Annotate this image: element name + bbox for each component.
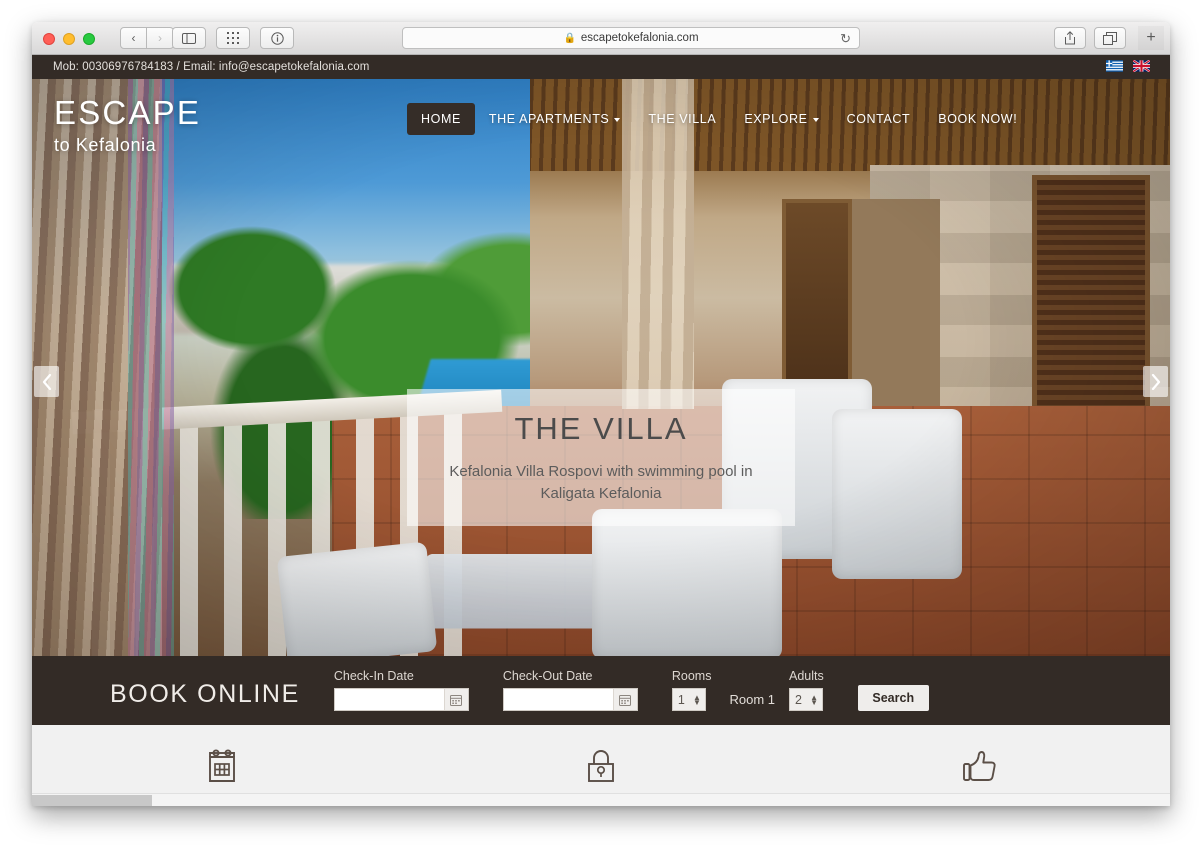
rooms-stepper[interactable]: 1 ▲ ▼	[671, 688, 706, 711]
nav-label: HOME	[421, 112, 461, 126]
toolbar-right-buttons	[1054, 27, 1126, 49]
forward-button[interactable]: ›	[147, 27, 174, 49]
hero-caption-box: THE VILLA Kefalonia Villa Rospovi with s…	[407, 389, 795, 526]
rooms-label: Rooms	[671, 669, 712, 683]
window-controls	[43, 33, 95, 45]
hero-title: THE VILLA	[514, 411, 688, 447]
slider-prev-button[interactable]	[34, 366, 59, 397]
top-contact-bar: Mob: 00306976784183 / Email: info@escape…	[32, 55, 1170, 79]
back-button[interactable]: ‹	[120, 27, 147, 49]
page-viewport: Mob: 00306976784183 / Email: info@escape…	[32, 55, 1170, 806]
navigation-buttons: ‹ ›	[120, 27, 174, 49]
nav-item-book-now[interactable]: BOOK NOW!	[924, 103, 1031, 135]
room-1-label: Room 1	[729, 692, 775, 707]
checkout-calendar-icon[interactable]	[612, 689, 637, 710]
adults-value: 2	[795, 692, 802, 707]
checkin-label: Check-In Date	[333, 669, 414, 683]
greek-flag-icon[interactable]	[1106, 60, 1123, 72]
booking-title: BOOK ONLINE	[110, 680, 300, 708]
nav-label: THE VILLA	[648, 112, 717, 126]
checkin-calendar-icon[interactable]	[443, 689, 468, 710]
adults-label: Adults	[789, 669, 824, 683]
checkin-date-field[interactable]	[334, 689, 445, 710]
contact-info: Mob: 00306976784183 / Email: info@escape…	[53, 61, 370, 73]
nav-item-the-apartments[interactable]: THE APARTMENTS	[475, 103, 634, 135]
rooms-field-group: Rooms 1 ▲ ▼	[671, 669, 712, 711]
browser-window: ‹ › 🔒 escapetokefalonia.com ↻ + Mob: 003…	[32, 22, 1170, 806]
site-header: ESCAPE to Kefalonia HOME THE APARTMENTS …	[32, 79, 1170, 174]
stepper-arrows-icon[interactable]: ▲ ▼	[810, 693, 818, 706]
adults-stepper[interactable]: 2 ▲ ▼	[789, 688, 823, 711]
reload-icon[interactable]: ↻	[840, 31, 851, 47]
horizontal-scrollbar[interactable]	[32, 793, 1170, 806]
checkout-date-input[interactable]	[502, 688, 638, 711]
logo-secondary-text: to Kefalonia	[54, 135, 157, 155]
horizontal-scrollbar-thumb[interactable]	[32, 795, 152, 806]
checkin-field-group: Check-In Date	[333, 669, 469, 711]
nav-label: THE APARTMENTS	[488, 112, 610, 126]
search-button[interactable]: Search	[857, 685, 929, 711]
site-logo[interactable]: ESCAPE to Kefalonia	[54, 96, 201, 154]
new-tab-button[interactable]: +	[1138, 26, 1164, 50]
lock-icon	[579, 744, 623, 788]
view-buttons	[172, 27, 294, 49]
checkout-label: Check-Out Date	[502, 669, 593, 683]
nav-label: BOOK NOW!	[938, 112, 1018, 126]
nav-item-the-villa[interactable]: THE VILLA	[634, 103, 730, 135]
rooms-value: 1	[677, 692, 685, 707]
adults-field-group: Adults 2 ▲ ▼	[789, 669, 824, 711]
checkout-field-group: Check-Out Date	[502, 669, 638, 711]
stepper-arrows-icon[interactable]: ▲ ▼	[693, 693, 701, 706]
checkin-date-input[interactable]	[333, 688, 469, 711]
uk-flag-icon[interactable]	[1133, 60, 1150, 72]
minimize-window-button[interactable]	[63, 33, 75, 45]
nav-label: CONTACT	[846, 112, 911, 126]
nav-item-contact[interactable]: CONTACT	[833, 103, 925, 135]
maximize-window-button[interactable]	[83, 33, 95, 45]
close-window-button[interactable]	[43, 33, 55, 45]
address-bar[interactable]: 🔒 escapetokefalonia.com ↻	[402, 27, 860, 49]
grid-icon[interactable]	[216, 27, 250, 49]
sidebar-icon[interactable]	[172, 27, 206, 49]
info-icon[interactable]	[260, 27, 294, 49]
share-icon[interactable]	[1054, 27, 1086, 49]
tabs-icon[interactable]	[1094, 27, 1126, 49]
nav-item-home[interactable]: HOME	[407, 103, 475, 135]
hero-subtitle: Kefalonia Villa Rospovi with swimming po…	[449, 463, 753, 502]
calendar-icon	[200, 744, 244, 788]
browser-toolbar: ‹ › 🔒 escapetokefalonia.com ↻ +	[32, 22, 1170, 55]
chevron-down-icon	[614, 117, 621, 122]
logo-primary-text: ESCAPE	[54, 94, 202, 131]
nav-item-explore[interactable]: EXPLORE	[730, 103, 832, 135]
booking-bar: BOOK ONLINE Check-In Date Check-Out Date…	[32, 656, 1170, 725]
chevron-down-icon	[812, 117, 819, 122]
main-navigation: HOME THE APARTMENTS THE VILLA EXPLORE CO…	[407, 103, 1031, 135]
slider-next-button[interactable]	[1143, 366, 1168, 397]
lock-icon: 🔒	[563, 32, 576, 44]
nav-label: EXPLORE	[744, 112, 808, 126]
language-switcher	[1106, 60, 1150, 72]
checkout-date-field[interactable]	[503, 689, 614, 710]
url-text: escapetokefalonia.com	[580, 32, 699, 44]
thumbs-up-icon	[957, 744, 1003, 788]
hero-slider: ESCAPE to Kefalonia HOME THE APARTMENTS …	[32, 79, 1170, 656]
